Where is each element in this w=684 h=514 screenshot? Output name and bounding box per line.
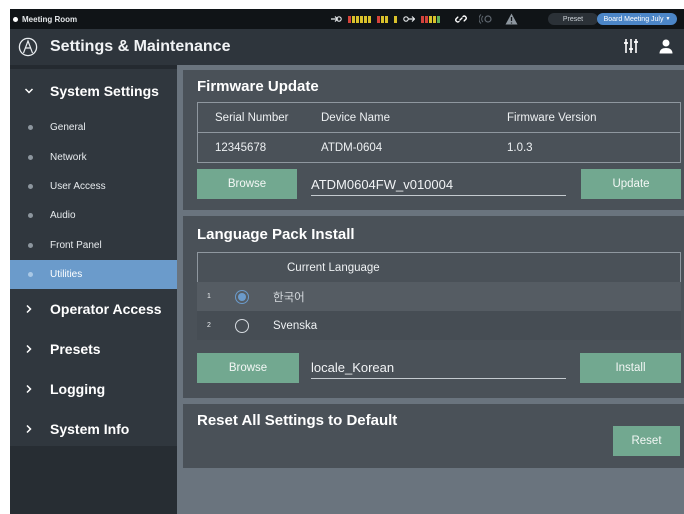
- bullet-icon: [28, 183, 33, 189]
- sidebar-item-label: Audio: [50, 210, 76, 222]
- chevron-right-icon: [24, 384, 50, 394]
- warning-icon: [505, 13, 518, 25]
- sidebar-section-label: Operator Access: [50, 301, 162, 318]
- title-bar: Settings & Maintenance: [10, 29, 684, 65]
- reset-button[interactable]: Reset: [613, 426, 680, 456]
- language-radio-svenska[interactable]: [235, 318, 249, 333]
- input-level-meter: [348, 15, 397, 23]
- serial-number-value: 12345678: [215, 141, 267, 154]
- sidebar-item-label: Front Panel: [50, 239, 102, 251]
- sidebar-section-operator-access[interactable]: Operator Access: [10, 289, 177, 329]
- firmware-file-field[interactable]: ATDM0604FW_v010004: [311, 174, 566, 196]
- language-row-korean[interactable]: 1 한국어: [197, 282, 681, 311]
- sidebar-item-network[interactable]: Network: [10, 142, 177, 171]
- column-header-current-language: Current Language: [287, 261, 380, 274]
- language-radio-korean[interactable]: [235, 289, 249, 304]
- language-row-svenska[interactable]: 2 Svenska: [197, 311, 681, 340]
- chevron-down-icon: [24, 86, 50, 96]
- reset-title: Reset All Settings to Default: [197, 412, 398, 429]
- row-number: 1: [207, 293, 211, 300]
- firmware-browse-button[interactable]: Browse: [197, 169, 297, 199]
- status-dot: [13, 16, 18, 22]
- sidebar-section-system-settings[interactable]: System Settings: [10, 69, 177, 113]
- sidebar-item-general[interactable]: General: [10, 113, 177, 142]
- sidebar-section-logging[interactable]: Logging: [10, 369, 177, 409]
- bullet-icon: [28, 272, 33, 278]
- sidebar-item-label: General: [50, 122, 86, 134]
- input-icon: [330, 14, 342, 24]
- column-header-serial-number: Serial Number: [215, 111, 289, 124]
- sidebar-item-user-access[interactable]: User Access: [10, 172, 177, 201]
- sidebar-item-label: User Access: [50, 180, 106, 192]
- bullet-icon: [28, 242, 33, 248]
- sidebar-item-front-panel[interactable]: Front Panel: [10, 231, 177, 260]
- bullet-icon: [28, 125, 33, 131]
- audio-meters: [330, 9, 440, 29]
- firmware-table: Serial Number Device Name Firmware Versi…: [197, 102, 681, 163]
- status-bar: Meeting Room Preset Board Meeting July ▼: [10, 9, 684, 29]
- broadcast-icon: [479, 14, 493, 24]
- sidebar-item-utilities[interactable]: Utilities: [10, 259, 177, 290]
- sidebar-section-presets[interactable]: Presets: [10, 329, 177, 369]
- sidebar-item-audio[interactable]: Audio: [10, 201, 177, 230]
- status-icons: [455, 9, 518, 29]
- bullet-icon: [28, 213, 33, 219]
- preset-button[interactable]: Preset: [548, 13, 598, 25]
- sidebar-section-label: System Settings: [50, 83, 159, 99]
- sidebar-section-system-info[interactable]: System Info: [10, 409, 177, 449]
- chevron-down-icon: ▼: [665, 16, 671, 22]
- mixer-settings-icon[interactable]: [622, 37, 640, 55]
- sidebar-section-label: Presets: [50, 341, 101, 358]
- language-label: Svenska: [273, 319, 318, 332]
- output-level-meter: [421, 15, 440, 23]
- sidebar-footer: [10, 446, 177, 514]
- preset-value: Board Meeting July: [603, 15, 664, 23]
- language-pack-title: Language Pack Install: [197, 226, 355, 243]
- chevron-right-icon: [24, 424, 50, 434]
- output-icon: [403, 14, 415, 24]
- preset-selector[interactable]: Board Meeting July ▼: [597, 13, 677, 25]
- language-table-header: Current Language: [198, 253, 680, 282]
- chevron-right-icon: [24, 344, 50, 354]
- firmware-version-value: 1.0.3: [507, 141, 533, 154]
- language-pack-panel: Language Pack Install Current Language 1…: [183, 216, 684, 398]
- reset-panel: Reset All Settings to Default Reset: [183, 404, 684, 468]
- update-button[interactable]: Update: [581, 169, 681, 199]
- row-number: 2: [207, 322, 211, 329]
- link-icon: [455, 13, 467, 25]
- column-header-firmware-version: Firmware Version: [507, 111, 597, 124]
- install-button[interactable]: Install: [580, 353, 681, 383]
- page-title: Settings & Maintenance: [50, 38, 231, 55]
- firmware-update-title: Firmware Update: [197, 78, 319, 95]
- language-table: Current Language: [197, 252, 681, 282]
- logo-icon: [18, 37, 38, 57]
- sidebar-section-label: System Info: [50, 421, 130, 438]
- user-icon[interactable]: [658, 38, 674, 54]
- firmware-update-panel: Firmware Update Serial Number Device Nam…: [183, 70, 684, 210]
- language-file-field[interactable]: locale_Korean: [311, 357, 566, 379]
- bullet-icon: [28, 154, 33, 160]
- firmware-table-header: Serial Number Device Name Firmware Versi…: [198, 103, 680, 132]
- language-label: 한국어: [273, 289, 305, 304]
- main-content: Firmware Update Serial Number Device Nam…: [177, 65, 684, 514]
- language-browse-button[interactable]: Browse: [197, 353, 299, 383]
- sidebar-item-label: Utilities: [50, 269, 83, 281]
- sidebar-item-label: Network: [50, 151, 87, 163]
- column-header-device-name: Device Name: [321, 111, 391, 124]
- device-name-value: ATDM-0604: [321, 141, 383, 154]
- room-name: Meeting Room: [22, 14, 78, 24]
- sidebar-section-label: Logging: [50, 381, 106, 398]
- table-row: 12345678 ATDM-0604 1.0.3: [198, 132, 680, 162]
- chevron-right-icon: [24, 304, 50, 314]
